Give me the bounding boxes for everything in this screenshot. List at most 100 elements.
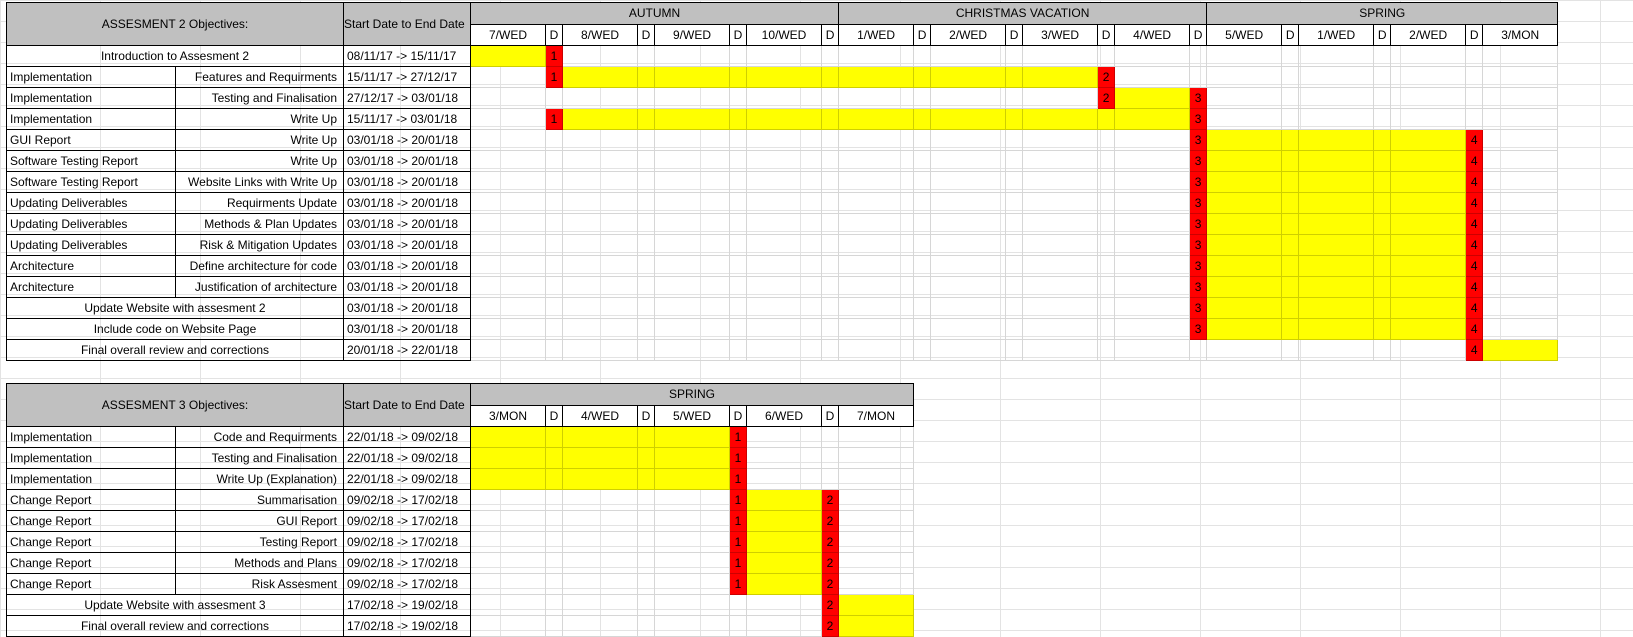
task-row: Update Website with assesment 2 03/01/18 …	[6, 297, 1559, 319]
gantt-bar-cell	[729, 108, 747, 130]
task-date-range: 03/01/18 -> 20/01/18	[343, 318, 471, 340]
task-row: Change Report Methods and Plans 09/02/18 -…	[6, 552, 914, 574]
task-category: Implementation	[6, 87, 176, 109]
gantt-bar-cell	[1390, 171, 1467, 193]
empty-cell	[654, 510, 730, 532]
empty-cell	[820, 234, 840, 256]
gantt-bar-cell	[562, 447, 638, 469]
empty-cell	[1114, 150, 1191, 172]
task-subtask: Justification of architecture	[175, 276, 344, 298]
empty-cell	[930, 129, 1007, 151]
empty-cell	[1097, 171, 1116, 193]
empty-cell	[1189, 45, 1208, 67]
empty-cell	[1482, 66, 1559, 88]
empty-cell	[746, 594, 822, 616]
gantt-bar-cell	[637, 447, 655, 469]
gantt-bar-cell	[820, 66, 840, 88]
gantt-bar-cell	[1206, 276, 1283, 298]
milestone-marker: 4	[1465, 297, 1484, 319]
gantt-bar-cell	[1281, 276, 1300, 298]
empty-cell	[930, 192, 1007, 214]
task-date-range: 03/01/18 -> 20/01/18	[343, 171, 471, 193]
empty-cell	[637, 573, 655, 595]
empty-cell	[637, 129, 655, 151]
empty-cell	[729, 129, 747, 151]
week-column-header: 2/WED	[930, 23, 1007, 46]
milestone-marker: 3	[1189, 87, 1208, 109]
milestone-marker: 3	[1189, 171, 1208, 193]
empty-cell	[1097, 276, 1116, 298]
gantt-bar-cell	[1373, 150, 1392, 172]
gantt-bar-cell	[930, 108, 1007, 130]
empty-cell	[838, 297, 915, 319]
empty-cell	[838, 276, 915, 298]
empty-cell	[470, 192, 546, 214]
milestone-marker: 3	[1189, 150, 1208, 172]
empty-cell	[562, 510, 638, 532]
gantt-bar-cell	[913, 66, 932, 88]
empty-cell	[820, 276, 840, 298]
gantt-bar-cell	[838, 594, 914, 616]
empty-cell	[1097, 192, 1116, 214]
empty-cell	[913, 171, 932, 193]
gantt-bar-cell	[1206, 234, 1283, 256]
empty-cell	[820, 339, 840, 361]
empty-cell	[821, 468, 839, 490]
task-row: Implementation Write Up 15/11/17 -> 03/01/…	[6, 108, 1559, 130]
empty-cell	[1005, 192, 1024, 214]
gantt-bar-cell	[562, 426, 638, 448]
milestone-marker: 2	[821, 531, 839, 553]
empty-cell	[913, 255, 932, 277]
empty-cell	[729, 339, 747, 361]
gantt-bar-cell	[1206, 129, 1283, 151]
empty-cell	[838, 531, 914, 553]
gantt-bar-cell	[654, 447, 730, 469]
gantt-bar-cell	[1298, 129, 1375, 151]
empty-cell	[545, 171, 563, 193]
gantt-bar-cell	[1373, 129, 1392, 151]
empty-cell	[746, 234, 822, 256]
gantt-bar-cell	[1373, 171, 1392, 193]
task-row: Architecture Justification of architectur…	[6, 276, 1559, 298]
empty-cell	[930, 255, 1007, 277]
empty-cell	[470, 531, 546, 553]
gantt-bar-cell	[1373, 192, 1392, 214]
empty-cell	[470, 573, 546, 595]
task-date-range: 03/01/18 -> 20/01/18	[343, 255, 471, 277]
empty-cell	[746, 615, 822, 637]
empty-cell	[1005, 213, 1024, 235]
task-name: Introduction to Assesment 2	[6, 45, 344, 67]
empty-cell	[654, 615, 730, 637]
empty-cell	[562, 192, 638, 214]
gantt-bar-cell	[1373, 234, 1392, 256]
empty-cell	[1114, 213, 1191, 235]
empty-cell	[746, 276, 822, 298]
empty-cell	[545, 531, 563, 553]
empty-cell	[1097, 213, 1116, 235]
task-date-range: 03/01/18 -> 20/01/18	[343, 213, 471, 235]
milestone-marker: 1	[545, 45, 563, 67]
gantt-bar-cell	[1298, 318, 1375, 340]
task-name: Include code on Website Page	[6, 318, 344, 340]
week-column-header: 2/WED	[1390, 23, 1467, 46]
empty-cell	[1390, 87, 1467, 109]
empty-cell	[930, 213, 1007, 235]
milestone-marker: 1	[729, 489, 747, 511]
empty-cell	[562, 87, 638, 109]
empty-cell	[654, 255, 730, 277]
milestone-marker: 1	[545, 66, 563, 88]
empty-cell	[746, 150, 822, 172]
empty-cell	[470, 171, 546, 193]
empty-cell	[1005, 297, 1024, 319]
empty-cell	[654, 531, 730, 553]
empty-cell	[637, 594, 655, 616]
empty-cell	[562, 489, 638, 511]
empty-cell	[746, 129, 822, 151]
empty-cell	[820, 129, 840, 151]
empty-cell	[470, 129, 546, 151]
task-date-range: 15/11/17 -> 27/12/17	[343, 66, 471, 88]
milestone-marker: 2	[821, 489, 839, 511]
deadline-column-header: D	[1465, 23, 1484, 46]
empty-cell	[1097, 318, 1116, 340]
milestone-marker: 1	[729, 447, 747, 469]
